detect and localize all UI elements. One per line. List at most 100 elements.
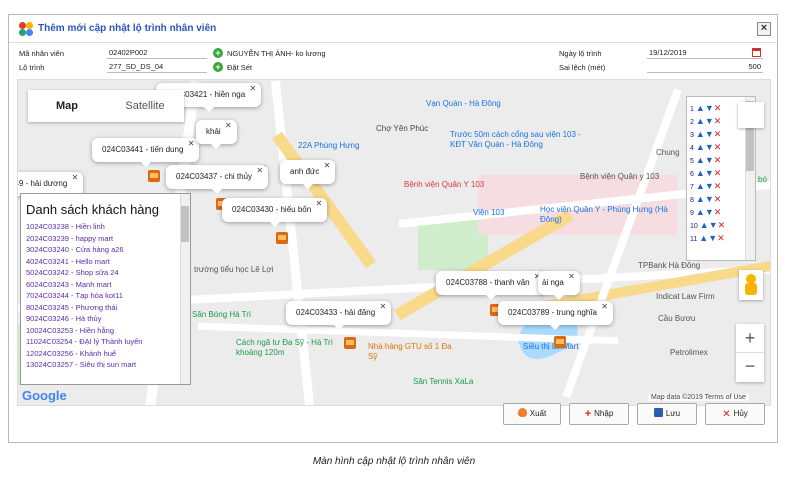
- list-item[interactable]: 13024C03257 - Siêu thị sun mart: [21, 359, 190, 371]
- delete-icon[interactable]: ✕: [714, 194, 722, 204]
- list-item[interactable]: 6024C03243 - Mạnh mart: [21, 279, 190, 291]
- close-icon[interactable]: ✕: [249, 84, 256, 94]
- list-item[interactable]: 10024C03253 - Hiền hằng: [21, 325, 190, 337]
- close-icon[interactable]: ✕: [379, 302, 386, 312]
- customer-marker[interactable]: [276, 232, 288, 244]
- arrow-up-icon[interactable]: ▲: [696, 103, 705, 113]
- arrow-up-icon[interactable]: ▲: [696, 181, 705, 191]
- delete-icon[interactable]: ✕: [714, 129, 722, 139]
- close-button[interactable]: ×: [757, 22, 771, 36]
- delete-icon[interactable]: ✕: [718, 220, 726, 230]
- close-icon[interactable]: ✕: [568, 272, 575, 282]
- save-button[interactable]: Lưu: [637, 403, 697, 425]
- add-route-icon[interactable]: +: [213, 62, 223, 72]
- poi-label: bó: [758, 175, 767, 184]
- arrow-up-icon[interactable]: ▲: [696, 116, 705, 126]
- import-button[interactable]: + Nhập: [569, 403, 629, 425]
- list-item[interactable]: 11024C03254 - ĐẠI lý Thành luyến: [21, 336, 190, 348]
- list-item[interactable]: 7024C03244 - Tạp hóa kot11: [21, 290, 190, 302]
- customer-info-bubble[interactable]: 024C03437 - chi thủy ✕: [166, 165, 269, 194]
- customer-info-bubble[interactable]: 024C03788 - thanh vân✕: [436, 271, 546, 300]
- arrow-down-icon[interactable]: ▼: [705, 103, 714, 113]
- customer-marker[interactable]: [148, 170, 160, 182]
- arrow-down-icon[interactable]: ▼: [705, 194, 714, 204]
- route-row-index: 8: [690, 197, 694, 204]
- delete-icon[interactable]: ✕: [714, 142, 722, 152]
- arrow-up-icon[interactable]: ▲: [696, 155, 705, 165]
- delete-icon[interactable]: ✕: [717, 233, 725, 243]
- arrow-down-icon[interactable]: ▼: [705, 116, 714, 126]
- customer-info-bubble[interactable]: anh đức ✕: [280, 160, 336, 189]
- import-label: Nhập: [594, 409, 614, 418]
- zoom-out-button[interactable]: −: [736, 353, 764, 382]
- route-row-index: 7: [690, 184, 694, 191]
- map-tab[interactable]: Map: [28, 90, 106, 122]
- arrow-up-icon[interactable]: ▲: [696, 168, 705, 178]
- customer-info-bubble[interactable]: khải ✕: [196, 120, 237, 149]
- close-icon[interactable]: ✕: [601, 302, 608, 312]
- bubble-text: 024C03788 - thanh vân: [446, 278, 530, 287]
- list-item[interactable]: 4024C03241 - Hello mart: [21, 256, 190, 268]
- customer-info-bubble[interactable]: 024C03433 - hải đăng ✕: [286, 301, 392, 330]
- arrow-down-icon[interactable]: ▼: [705, 168, 714, 178]
- poi-label: Cách ngã tư Đa Sỹ - Hà Trì khoảng 120m: [236, 338, 333, 357]
- delete-icon[interactable]: ✕: [714, 155, 722, 165]
- delete-icon[interactable]: ✕: [714, 181, 722, 191]
- customer-info-bubble[interactable]: 024C03789 - trung nghĩa ✕: [498, 301, 613, 330]
- list-item[interactable]: 9024C03246 - Hà thủy: [21, 313, 190, 325]
- arrow-down-icon[interactable]: ▼: [708, 233, 717, 243]
- arrow-up-icon[interactable]: ▲: [696, 194, 705, 204]
- arrow-down-icon[interactable]: ▼: [705, 207, 714, 217]
- arrow-up-icon[interactable]: ▲: [696, 129, 705, 139]
- delete-icon[interactable]: ✕: [714, 207, 722, 217]
- close-icon[interactable]: ✕: [315, 199, 322, 209]
- dialog-titlebar: Thêm mới cập nhật lộ trình nhân viên: [9, 15, 777, 43]
- fullscreen-button[interactable]: [738, 102, 764, 128]
- zoom-in-button[interactable]: +: [736, 324, 764, 353]
- list-item[interactable]: 3024C03240 - Cửa hàng a26: [21, 244, 190, 256]
- close-icon[interactable]: ✕: [188, 139, 195, 149]
- close-icon[interactable]: ✕: [324, 161, 331, 171]
- delete-icon[interactable]: ✕: [714, 116, 722, 126]
- list-item[interactable]: 12024C03256 - Khánh huế: [21, 348, 190, 360]
- export-button[interactable]: Xuất: [503, 403, 561, 425]
- calendar-icon[interactable]: [752, 48, 761, 57]
- deviation-field[interactable]: 500: [647, 62, 763, 73]
- customer-info-bubble[interactable]: ải nga ✕: [538, 271, 580, 300]
- close-icon[interactable]: ✕: [72, 173, 79, 183]
- route-row: 6 ▲▼✕: [690, 168, 721, 178]
- arrow-down-icon[interactable]: ▼: [705, 181, 714, 191]
- add-employee-icon[interactable]: +: [213, 48, 223, 58]
- customer-info-bubble[interactable]: 024C03430 - hiếu bốn ✕: [222, 198, 328, 227]
- list-item[interactable]: 5024C03242 - Shop sữa 24: [21, 267, 190, 279]
- arrow-down-icon[interactable]: ▼: [705, 129, 714, 139]
- list-item[interactable]: 1024C03238 - Hiền linh: [21, 221, 190, 233]
- arrow-down-icon[interactable]: ▼: [705, 155, 714, 165]
- close-icon[interactable]: ✕: [256, 166, 263, 176]
- arrow-down-icon[interactable]: ▼: [709, 220, 718, 230]
- route-row: 5 ▲▼✕: [690, 155, 721, 165]
- arrow-up-icon[interactable]: ▲: [700, 220, 709, 230]
- route-field[interactable]: 277_SD_DS_04: [107, 62, 207, 73]
- route-map[interactable]: Vạn Quán - Hà Đông Chợ Yên Phúc 22A Phùn…: [17, 79, 771, 406]
- customer-info-bubble[interactable]: 024C03441 - tiến dung ✕: [92, 138, 200, 167]
- scrollbar-thumb[interactable]: [181, 206, 189, 242]
- list-item[interactable]: 2024C03239 - happy mart: [21, 233, 190, 245]
- route-row: 7 ▲▼✕: [690, 181, 721, 191]
- street-view-pegman-icon[interactable]: [739, 270, 763, 300]
- employee-code-field[interactable]: 02402P002: [107, 48, 207, 59]
- cancel-button[interactable]: ✕ Hủy: [705, 403, 765, 425]
- arrow-up-icon[interactable]: ▲: [696, 207, 705, 217]
- delete-icon[interactable]: ✕: [714, 168, 722, 178]
- satellite-tab[interactable]: Satellite: [106, 90, 184, 122]
- scrollbar[interactable]: [180, 194, 190, 384]
- route-date-field[interactable]: 19/12/2019: [647, 48, 763, 59]
- close-icon[interactable]: ✕: [225, 121, 232, 131]
- arrow-up-icon[interactable]: ▲: [699, 233, 708, 243]
- arrow-up-icon[interactable]: ▲: [696, 142, 705, 152]
- customer-marker[interactable]: [344, 337, 356, 349]
- delete-icon[interactable]: ✕: [714, 103, 722, 113]
- list-item[interactable]: 8024C03245 - Phương thái: [21, 302, 190, 314]
- arrow-down-icon[interactable]: ▼: [705, 142, 714, 152]
- customer-marker[interactable]: [554, 336, 566, 348]
